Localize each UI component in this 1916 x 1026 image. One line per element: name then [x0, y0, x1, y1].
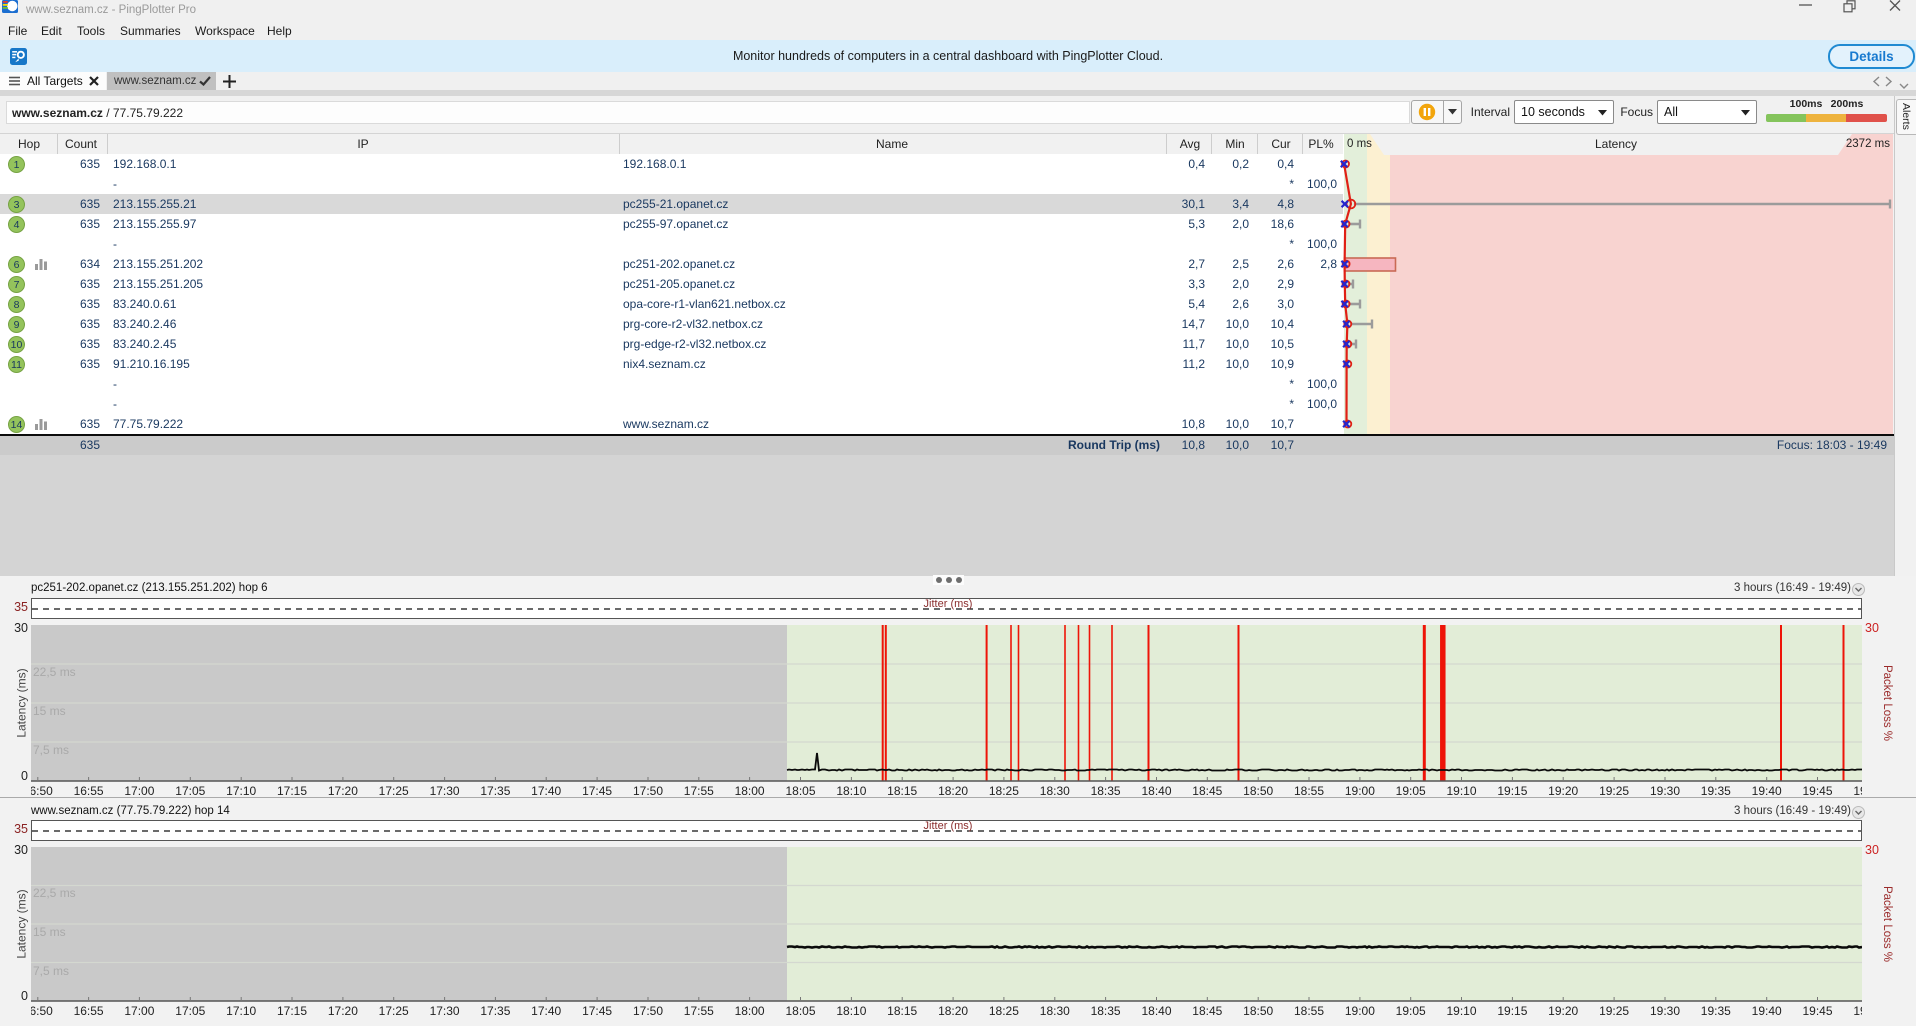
svg-text:3: 3	[14, 199, 20, 211]
svg-text:14: 14	[11, 419, 23, 431]
svg-text:6: 6	[14, 259, 20, 271]
svg-text:1: 1	[14, 159, 20, 171]
svg-text:10: 10	[11, 339, 23, 351]
svg-text:11: 11	[11, 359, 22, 371]
svg-text:9: 9	[14, 319, 20, 331]
svg-text:7: 7	[14, 279, 20, 291]
svg-text:4: 4	[14, 219, 20, 231]
svg-text:8: 8	[14, 299, 20, 311]
